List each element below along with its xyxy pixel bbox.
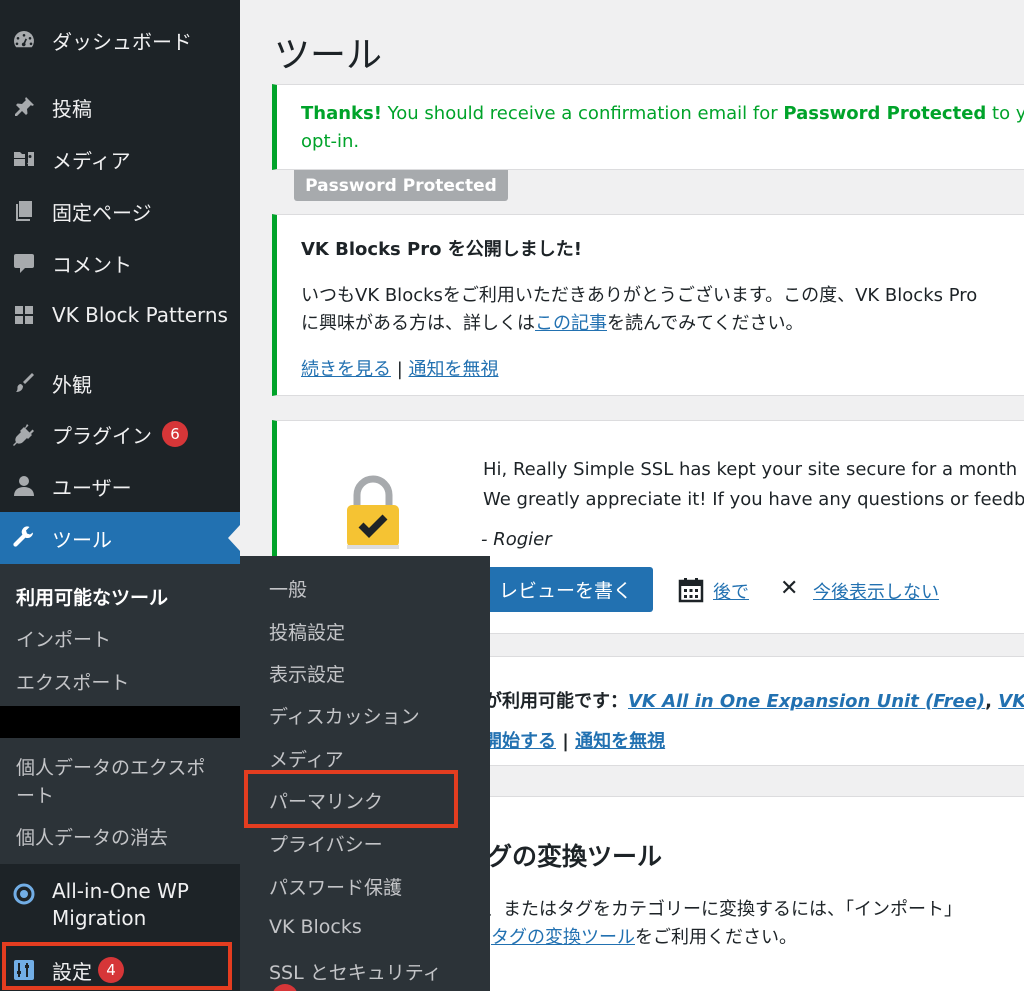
confirm-text-a: You should receive a confirmation email …: [381, 103, 784, 124]
menu-label: ツール: [52, 527, 112, 552]
notice-password-protected: Thanks! You should receive a confirmatio…: [272, 84, 1024, 170]
notice-text: Thanks! You should receive a confirmatio…: [301, 103, 1024, 124]
menu-label: VK Block Patterns: [52, 303, 228, 327]
body-text: に興味がある方は、詳しくは: [301, 313, 535, 334]
flyout-reading[interactable]: 表示設定: [269, 660, 345, 687]
menu-users[interactable]: ユーザー: [0, 464, 240, 508]
flyout-ssl-security[interactable]: SSL とセキュリティ: [269, 958, 442, 985]
highlight-box-settings: [2, 942, 232, 990]
comment-icon: [12, 251, 36, 275]
separator: ,: [985, 691, 999, 712]
flyout-media[interactable]: メディア: [269, 745, 344, 772]
notice-body-line1: いつもVK Blocksをご利用いただきありがとうございます。この度、VK Bl…: [301, 285, 978, 306]
menu-label: メディア: [52, 148, 131, 173]
menu-comments[interactable]: コメント: [0, 241, 240, 285]
plugin-icon: [12, 422, 36, 446]
confirm-text-b: to yo: [992, 103, 1024, 124]
menu-label: 固定ページ: [52, 200, 152, 225]
menu-all-in-one-wp-migration[interactable]: All-in-One WP Migration: [0, 878, 240, 938]
current-menu-arrow: [228, 525, 240, 551]
user-icon: [12, 474, 36, 498]
menu-label: All-in-One WP: [52, 879, 189, 903]
menu-label: プラグイン: [52, 423, 152, 448]
flyout-writing[interactable]: 投稿設定: [269, 618, 345, 645]
admin-sidebar: ダッシュボード 投稿 メディア 固定ページ コメント VK Block Patt…: [0, 0, 240, 991]
redacted-item: [0, 706, 240, 738]
media-icon: [12, 147, 36, 171]
page-title: ツール: [274, 35, 383, 76]
submenu-export-personal-data-cont[interactable]: ート: [16, 781, 54, 808]
body-text: を読んでみてください。: [607, 313, 804, 334]
calendar-icon[interactable]: [678, 577, 704, 603]
highlight-box-permalink: [244, 770, 458, 828]
notice-title: VK Blocks Pro を公開しました!: [301, 239, 582, 260]
submenu-erase-personal-data[interactable]: 個人データの消去: [16, 823, 168, 850]
menu-media[interactable]: メディア: [0, 137, 240, 181]
recommend-text: が利用可能です：: [484, 691, 628, 712]
start-install-link[interactable]: 開始する: [484, 731, 556, 752]
menu-tools[interactable]: ツール: [0, 512, 240, 564]
menu-label: ダッシュボード: [52, 29, 192, 54]
dismiss-link[interactable]: 通知を無視: [409, 359, 499, 380]
submenu-import[interactable]: インポート: [16, 625, 111, 652]
ssl-message-line1: Hi, Really Simple SSL has kept your site…: [483, 459, 1018, 480]
wrench-icon: [12, 526, 36, 550]
notice-text-line2: opt-in.: [301, 131, 360, 152]
flyout-discussion[interactable]: ディスカッション: [269, 702, 420, 729]
separator: |: [391, 359, 409, 380]
close-icon[interactable]: ✕: [780, 576, 798, 601]
recommend-link-exunit[interactable]: VK All in One Expansion Unit (Free): [628, 691, 985, 712]
migration-icon: [12, 882, 36, 906]
pin-icon: [12, 95, 36, 119]
ssl-message-line2: We greatly appreciate it! If you have an…: [483, 489, 1024, 510]
dont-show-again-link[interactable]: 今後表示しない: [813, 578, 939, 604]
flyout-general[interactable]: 一般: [269, 575, 307, 602]
flyout-vk-blocks[interactable]: VK Blocks: [269, 916, 362, 938]
separator: |: [556, 731, 576, 752]
flyout-password-protect[interactable]: パスワード保護: [269, 873, 402, 900]
menu-pages[interactable]: 固定ページ: [0, 189, 240, 233]
dashboard-icon: [12, 28, 36, 52]
submenu-export[interactable]: エクスポート: [16, 668, 129, 695]
recommend-link-vk[interactable]: VK: [998, 691, 1024, 712]
menu-label: 投稿: [52, 96, 92, 121]
menu-plugins[interactable]: プラグイン 6: [0, 412, 240, 456]
submenu-available-tools[interactable]: 利用可能なツール: [16, 583, 168, 610]
notice-body-line2: に興味がある方は、詳しくはこの記事を読んでみてください。: [301, 309, 804, 335]
paintbrush-icon: [12, 371, 36, 395]
converter-title: グの変換ツール: [487, 842, 663, 871]
plugin-name: Password Protected: [783, 103, 987, 124]
converter-link[interactable]: タグの変換ツール: [491, 927, 635, 948]
menu-vk-block-patterns[interactable]: VK Block Patterns: [0, 293, 240, 337]
body-text: をご利用ください。: [635, 927, 797, 948]
menu-posts[interactable]: 投稿: [0, 85, 240, 129]
menu-label: Migration: [52, 906, 147, 930]
dismiss-link[interactable]: 通知を無視: [575, 731, 665, 752]
grid-icon: [12, 303, 36, 327]
menu-appearance[interactable]: 外観: [0, 361, 240, 405]
notice-vk-blocks-pro: VK Blocks Pro を公開しました! いつもVK Blocksをご利用い…: [272, 214, 1024, 396]
notice-actions: 続きを見る | 通知を無視: [301, 355, 499, 381]
thanks-text: Thanks!: [301, 103, 382, 124]
menu-label: コメント: [52, 252, 132, 277]
submenu-export-personal-data[interactable]: 個人データのエクスポ: [16, 753, 205, 780]
lock-icon: [347, 475, 399, 549]
menu-dashboard[interactable]: ダッシュボード: [0, 18, 240, 62]
plugin-update-badge: 6: [162, 421, 188, 447]
menu-label: ユーザー: [52, 475, 132, 500]
read-more-link[interactable]: 続きを見る: [301, 359, 391, 380]
recommend-line: が利用可能です：VK All in One Expansion Unit (Fr…: [484, 687, 1024, 713]
remind-later-link[interactable]: 後で: [713, 578, 749, 604]
menu-label-wrap: All-in-One WP Migration: [52, 878, 189, 932]
converter-text-line1: 、またはタグをカテゴリーに変換するには、「インポート」: [485, 899, 962, 920]
write-review-button[interactable]: レビューを書く: [478, 567, 653, 612]
pages-icon: [12, 199, 36, 223]
menu-label: 外観: [52, 372, 92, 397]
password-protected-tag: Password Protected: [294, 170, 508, 201]
converter-text-line2: タグの変換ツールをご利用ください。: [491, 923, 797, 949]
ssl-signature: - Rogier: [481, 529, 552, 550]
flyout-privacy[interactable]: プライバシー: [269, 830, 383, 857]
article-link[interactable]: この記事: [535, 313, 607, 334]
recommend-actions: 開始する | 通知を無視: [484, 727, 665, 753]
